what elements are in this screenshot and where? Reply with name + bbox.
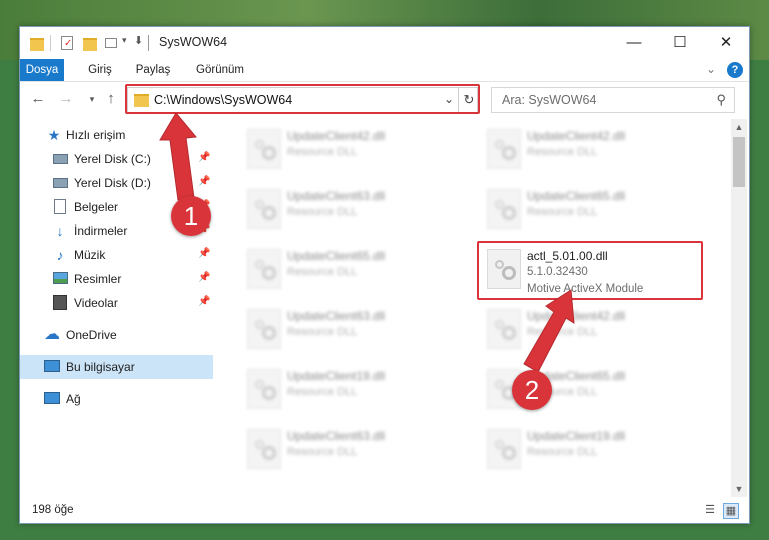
sidebar-item-onedrive[interactable]: ☁ OneDrive [20, 323, 213, 347]
sidebar-item-local-disk-d[interactable]: Yerel Disk (D:) 📌 [20, 171, 213, 195]
list-item[interactable]: UpdateClient42.dll Resource DLL [477, 303, 697, 351]
minimize-button[interactable]: — [611, 27, 657, 57]
list-item[interactable]: UpdateClient42.dll Resource DLL [477, 123, 697, 171]
folder-icon [30, 35, 46, 51]
search-icon: ⚲ [716, 92, 726, 107]
up-arrow-icon[interactable]: ↑ [102, 89, 120, 109]
tab-file[interactable]: Dosya [20, 59, 64, 81]
cloud-icon: ☁ [44, 326, 60, 343]
dll-file-icon [487, 189, 521, 229]
list-item[interactable]: UpdateClient63.dll Resource DLL [237, 183, 457, 231]
scrollbar-thumb[interactable] [733, 137, 745, 187]
list-item[interactable]: UpdateClient19.dll Resource DLL [237, 363, 457, 411]
pin-icon[interactable]: 📌 [198, 272, 210, 283]
expand-ribbon-icon[interactable]: ⌄ [706, 62, 716, 76]
maximize-button[interactable]: ☐ [657, 27, 703, 57]
sidebar-item-local-disk-c[interactable]: Yerel Disk (C:) 📌 [20, 147, 213, 171]
list-item[interactable]: UpdateClient65.dll Resource DLL [477, 183, 697, 231]
sidebar-item-music[interactable]: ♪ Müzik 📌 [20, 243, 213, 267]
step-1-badge: 1 [171, 196, 211, 236]
dropdown-arrow-icon[interactable]: ▾ [122, 35, 127, 46]
dll-file-icon [487, 129, 521, 169]
dll-file-icon [487, 309, 521, 349]
pin-icon[interactable]: 📌 [198, 152, 210, 163]
navigation-bar: ← → ▾ ↑ C:\Windows\SysWOW64 ⌄ ↻ Ara: Sys… [20, 83, 749, 117]
ribbon-tabs: Dosya Giriş Paylaş Görünüm ⌄ ? [20, 59, 749, 82]
dll-file-icon [487, 429, 521, 469]
item-count: 198 öğe [32, 504, 74, 516]
window-title: SysWOW64 [159, 35, 228, 49]
dll-file-icon [247, 309, 281, 349]
forward-arrow-icon[interactable]: → [57, 89, 75, 109]
music-icon: ♪ [56, 247, 64, 263]
file-highlight-box [477, 241, 703, 300]
pin-down-icon[interactable]: ⬇ [134, 34, 143, 47]
large-icons-view-icon[interactable]: ▦ [723, 503, 739, 519]
pin-icon[interactable]: 📌 [198, 248, 210, 259]
navigation-pane: ★ Hızlı erişim Yerel Disk (C:) 📌 Yerel D… [20, 119, 213, 495]
dll-file-icon [247, 249, 281, 289]
tab-home[interactable]: Giriş [82, 59, 118, 81]
status-bar: 198 öğe ☰ ▦ [20, 499, 749, 523]
sidebar-item-quick-access[interactable]: ★ Hızlı erişim [20, 123, 213, 147]
dll-file-icon [247, 429, 281, 469]
vertical-scrollbar[interactable]: ▲ ▼ [731, 119, 747, 497]
list-item[interactable]: UpdateClient42.dll Resource DLL [237, 123, 457, 171]
dll-file-icon [247, 129, 281, 169]
file-list: UpdateClient42.dll Resource DLL UpdateCl… [215, 119, 731, 497]
tab-share[interactable]: Paylaş [132, 59, 174, 81]
list-item[interactable]: UpdateClient65.dll Resource DLL [237, 243, 457, 291]
new-folder-icon[interactable] [83, 35, 99, 51]
sidebar-item-pictures[interactable]: Resimler 📌 [20, 267, 213, 291]
help-icon[interactable]: ? [727, 62, 743, 78]
details-view-icon[interactable]: ☰ [703, 503, 717, 517]
list-item[interactable]: UpdateClient65.dll Resource DLL [477, 363, 697, 411]
sidebar-item-network[interactable]: Ağ [20, 387, 213, 411]
file-explorer-window: ✓ ▾ ⬇ SysWOW64 — ☐ ✕ Dosya Giriş Paylaş … [19, 26, 750, 524]
pin-icon[interactable]: 📌 [198, 296, 210, 307]
list-item[interactable]: UpdateClient19.dll Resource DLL [477, 423, 697, 471]
sidebar-item-videos[interactable]: Videolar 📌 [20, 291, 213, 315]
sidebar-item-this-pc[interactable]: Bu bilgisayar [20, 355, 213, 379]
properties-icon[interactable]: ✓ [60, 35, 76, 51]
address-highlight-box [125, 84, 480, 114]
tab-view[interactable]: Görünüm [191, 59, 249, 81]
star-icon: ★ [47, 127, 61, 143]
network-icon [44, 391, 60, 407]
recent-locations-icon[interactable]: ▾ [83, 89, 101, 109]
document-icon [52, 199, 68, 215]
picture-icon [52, 271, 68, 287]
customize-toolbar-icon[interactable] [104, 35, 120, 51]
scroll-up-icon[interactable]: ▲ [731, 119, 747, 135]
search-box[interactable]: Ara: SysWOW64 ⚲ [491, 87, 735, 113]
close-button[interactable]: ✕ [703, 27, 749, 57]
search-placeholder: Ara: SysWOW64 [502, 93, 597, 107]
back-arrow-icon[interactable]: ← [29, 89, 47, 109]
pin-icon[interactable]: 📌 [198, 176, 210, 187]
step-2-badge: 2 [512, 370, 552, 410]
computer-icon [44, 359, 60, 375]
video-icon [52, 295, 68, 311]
drive-icon [52, 175, 68, 191]
scroll-down-icon[interactable]: ▼ [731, 481, 747, 497]
title-bar: ✓ ▾ ⬇ SysWOW64 — ☐ ✕ [20, 27, 749, 59]
download-icon: ↓ [56, 223, 64, 239]
drive-icon [52, 151, 68, 167]
list-item[interactable]: UpdateClient63.dll Resource DLL [237, 423, 457, 471]
dll-file-icon [247, 369, 281, 409]
dll-file-icon [247, 189, 281, 229]
list-item[interactable]: UpdateClient63.dll Resource DLL [237, 303, 457, 351]
